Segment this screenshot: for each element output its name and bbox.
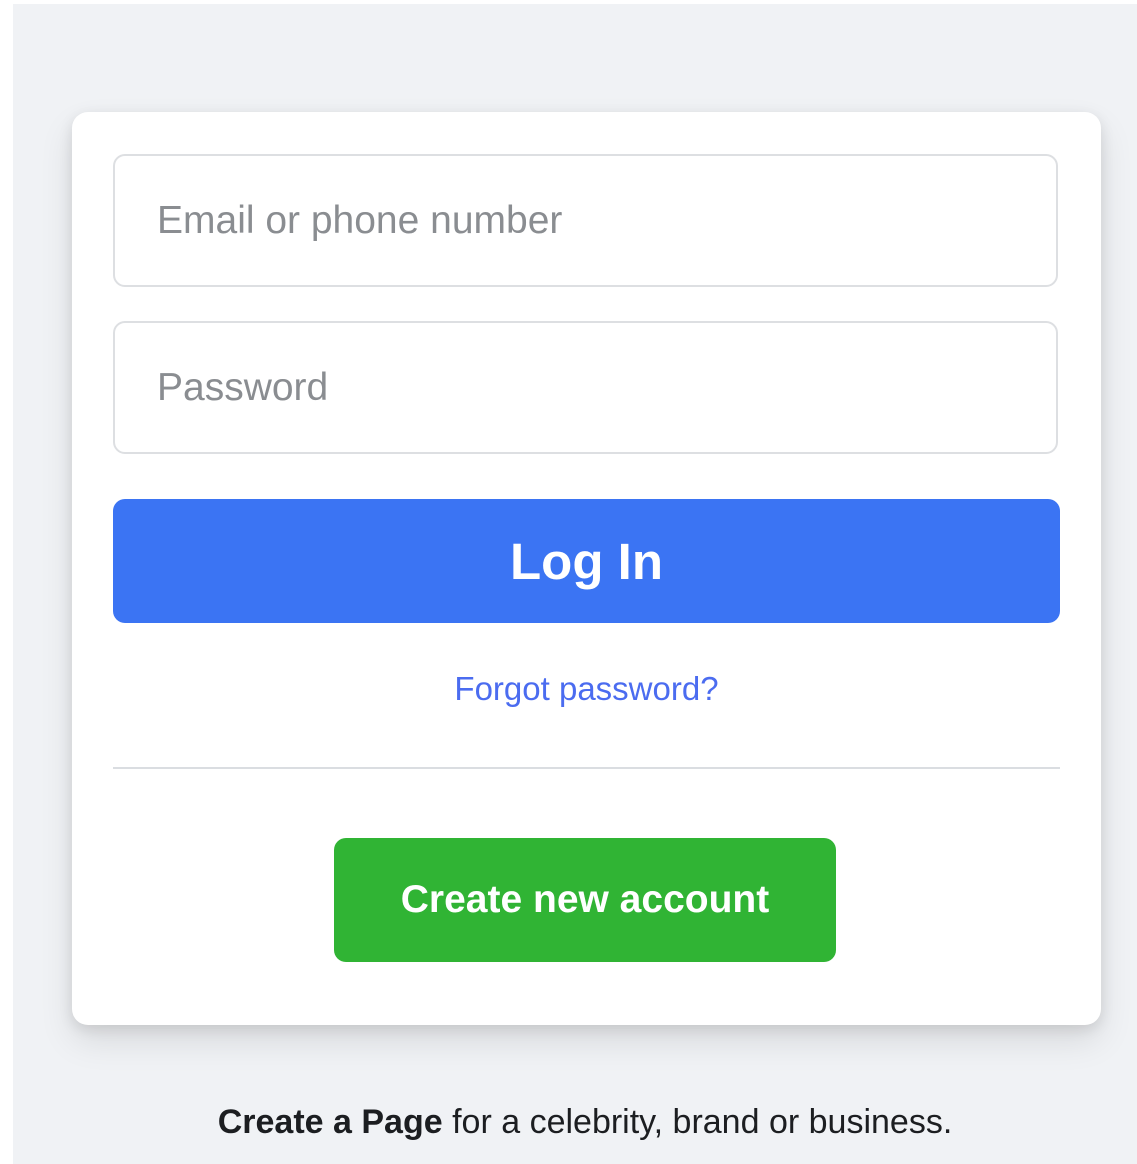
- create-page-link[interactable]: Create a Page: [218, 1103, 443, 1141]
- password-field[interactable]: [113, 321, 1058, 454]
- forgot-password-link[interactable]: Forgot password?: [72, 667, 1101, 711]
- footer-text: Create a Page for a celebrity, brand or …: [0, 1099, 1137, 1145]
- email-field[interactable]: [113, 154, 1058, 287]
- login-button[interactable]: Log In: [113, 499, 1060, 623]
- divider: [113, 767, 1060, 769]
- footer-description: for a celebrity, brand or business.: [442, 1103, 953, 1141]
- login-card: Log In Forgot password? Create new accou…: [72, 112, 1101, 1025]
- create-account-button[interactable]: Create new account: [334, 838, 836, 962]
